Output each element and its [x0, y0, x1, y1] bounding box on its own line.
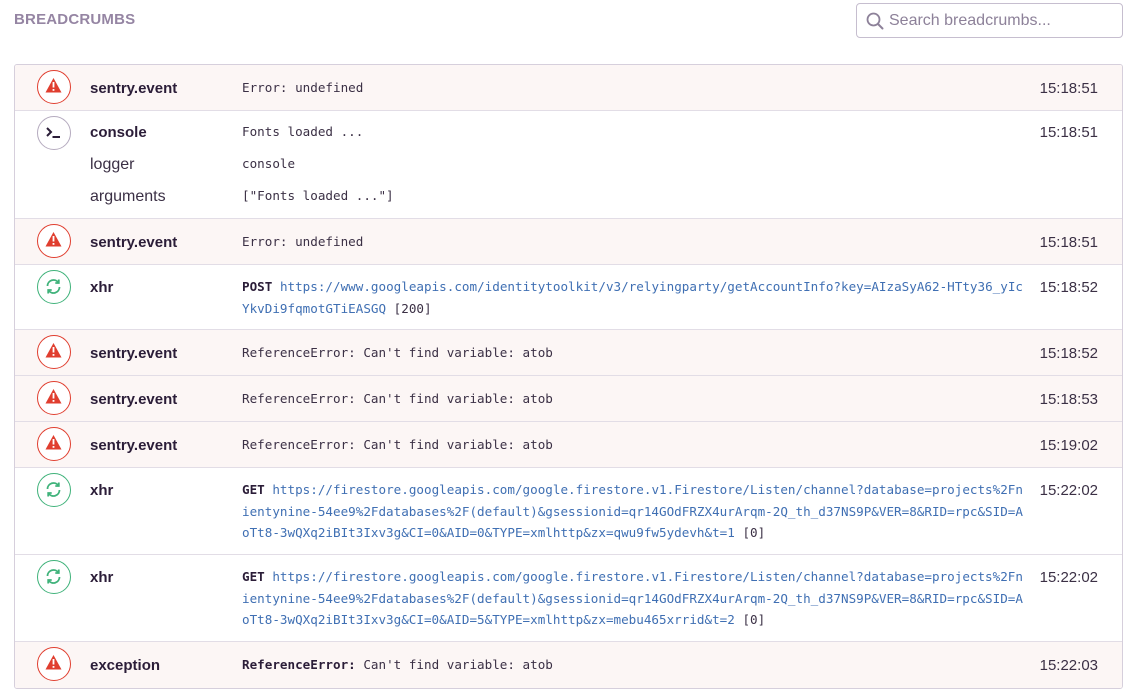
breadcrumb-row[interactable]: xhr GET https://firestore.googleapis.com…	[15, 555, 1122, 642]
breadcrumb-time: 15:18:51	[1039, 80, 1098, 97]
search-box[interactable]	[856, 3, 1123, 38]
search-icon	[866, 12, 884, 30]
breadcrumb-time: 15:19:02	[1039, 437, 1098, 454]
breadcrumb-category: sentry.event	[90, 391, 178, 408]
error-type: ReferenceError:	[242, 657, 356, 672]
breadcrumb-message: Error: undefined	[242, 80, 364, 95]
breadcrumb-row[interactable]: sentry.event Error: undefined 15:18:51	[15, 219, 1122, 265]
request-url[interactable]: https://firestore.googleapis.com/google.…	[242, 482, 1023, 540]
breadcrumb-row[interactable]: exception ReferenceError: Can't find var…	[15, 642, 1122, 688]
breadcrumb-time: 15:22:03	[1039, 657, 1098, 674]
breadcrumb-message: POST https://www.googleapis.com/identity…	[242, 276, 1024, 319]
warning-icon	[37, 70, 71, 104]
http-method: GET	[242, 482, 265, 497]
refresh-icon	[37, 270, 71, 304]
data-key: logger	[90, 156, 135, 173]
status-code: [0]	[742, 525, 766, 540]
warning-icon	[37, 427, 71, 461]
breadcrumb-time: 15:18:52	[1039, 345, 1098, 362]
breadcrumb-message: Error: undefined	[242, 234, 364, 249]
breadcrumb-category: xhr	[90, 279, 114, 296]
breadcrumb-row[interactable]: console Fonts loaded ... 15:18:51 logger…	[15, 111, 1122, 219]
breadcrumbs-panel: sentry.event Error: undefined 15:18:51 c…	[14, 64, 1123, 689]
breadcrumb-message: ReferenceError: Can't find variable: ato…	[242, 654, 1024, 676]
breadcrumb-time: 15:18:51	[1039, 124, 1098, 141]
breadcrumb-row[interactable]: sentry.event ReferenceError: Can't find …	[15, 376, 1122, 422]
breadcrumb-time: 15:18:53	[1039, 391, 1098, 408]
breadcrumb-message: Fonts loaded ...	[242, 124, 364, 139]
terminal-icon	[37, 116, 71, 150]
refresh-icon	[37, 473, 71, 507]
breadcrumb-category: sentry.event	[90, 345, 178, 362]
search-input[interactable]	[889, 5, 1117, 36]
refresh-icon	[37, 560, 71, 594]
section-title: BREADCRUMBS	[14, 11, 136, 28]
breadcrumb-category: sentry.event	[90, 80, 178, 97]
warning-icon	[37, 381, 71, 415]
data-value: ["Fonts loaded ..."]	[242, 188, 394, 203]
http-method: POST	[242, 279, 273, 294]
status-code: [0]	[742, 612, 766, 627]
breadcrumb-row[interactable]: sentry.event Error: undefined 15:18:51	[15, 65, 1122, 111]
breadcrumb-category: sentry.event	[90, 234, 178, 251]
breadcrumbs-header: BREADCRUMBS	[0, 0, 1138, 42]
request-url[interactable]: https://firestore.googleapis.com/google.…	[242, 569, 1023, 627]
breadcrumb-message: ReferenceError: Can't find variable: ato…	[242, 345, 553, 360]
breadcrumb-message: ReferenceError: Can't find variable: ato…	[242, 391, 553, 406]
breadcrumb-category: xhr	[90, 569, 114, 586]
breadcrumb-row[interactable]: xhr GET https://firestore.googleapis.com…	[15, 468, 1122, 555]
http-method: GET	[242, 569, 265, 584]
breadcrumb-message: GET https://firestore.googleapis.com/goo…	[242, 479, 1024, 544]
breadcrumb-message: ReferenceError: Can't find variable: ato…	[242, 437, 553, 452]
breadcrumb-category: sentry.event	[90, 437, 178, 454]
error-message: Can't find variable: atob	[363, 657, 553, 672]
status-code: [200]	[393, 300, 432, 316]
breadcrumb-category: xhr	[90, 482, 114, 499]
breadcrumb-time: 15:22:02	[1039, 569, 1098, 586]
warning-icon	[37, 647, 71, 681]
breadcrumb-row[interactable]: sentry.event ReferenceError: Can't find …	[15, 422, 1122, 468]
warning-icon	[37, 224, 71, 258]
breadcrumb-time: 15:18:52	[1039, 279, 1098, 296]
breadcrumb-time: 15:22:02	[1039, 482, 1098, 499]
breadcrumb-time: 15:18:51	[1039, 234, 1098, 251]
data-key: arguments	[90, 188, 166, 205]
breadcrumb-row[interactable]: xhr POST https://www.googleapis.com/iden…	[15, 265, 1122, 330]
breadcrumb-message: GET https://firestore.googleapis.com/goo…	[242, 566, 1024, 631]
request-url[interactable]: https://www.googleapis.com/identitytoolk…	[242, 279, 1023, 316]
breadcrumb-category: console	[90, 124, 147, 141]
data-value: console	[242, 156, 296, 171]
breadcrumb-row[interactable]: sentry.event ReferenceError: Can't find …	[15, 330, 1122, 376]
warning-icon	[37, 335, 71, 369]
breadcrumb-category: exception	[90, 657, 161, 674]
